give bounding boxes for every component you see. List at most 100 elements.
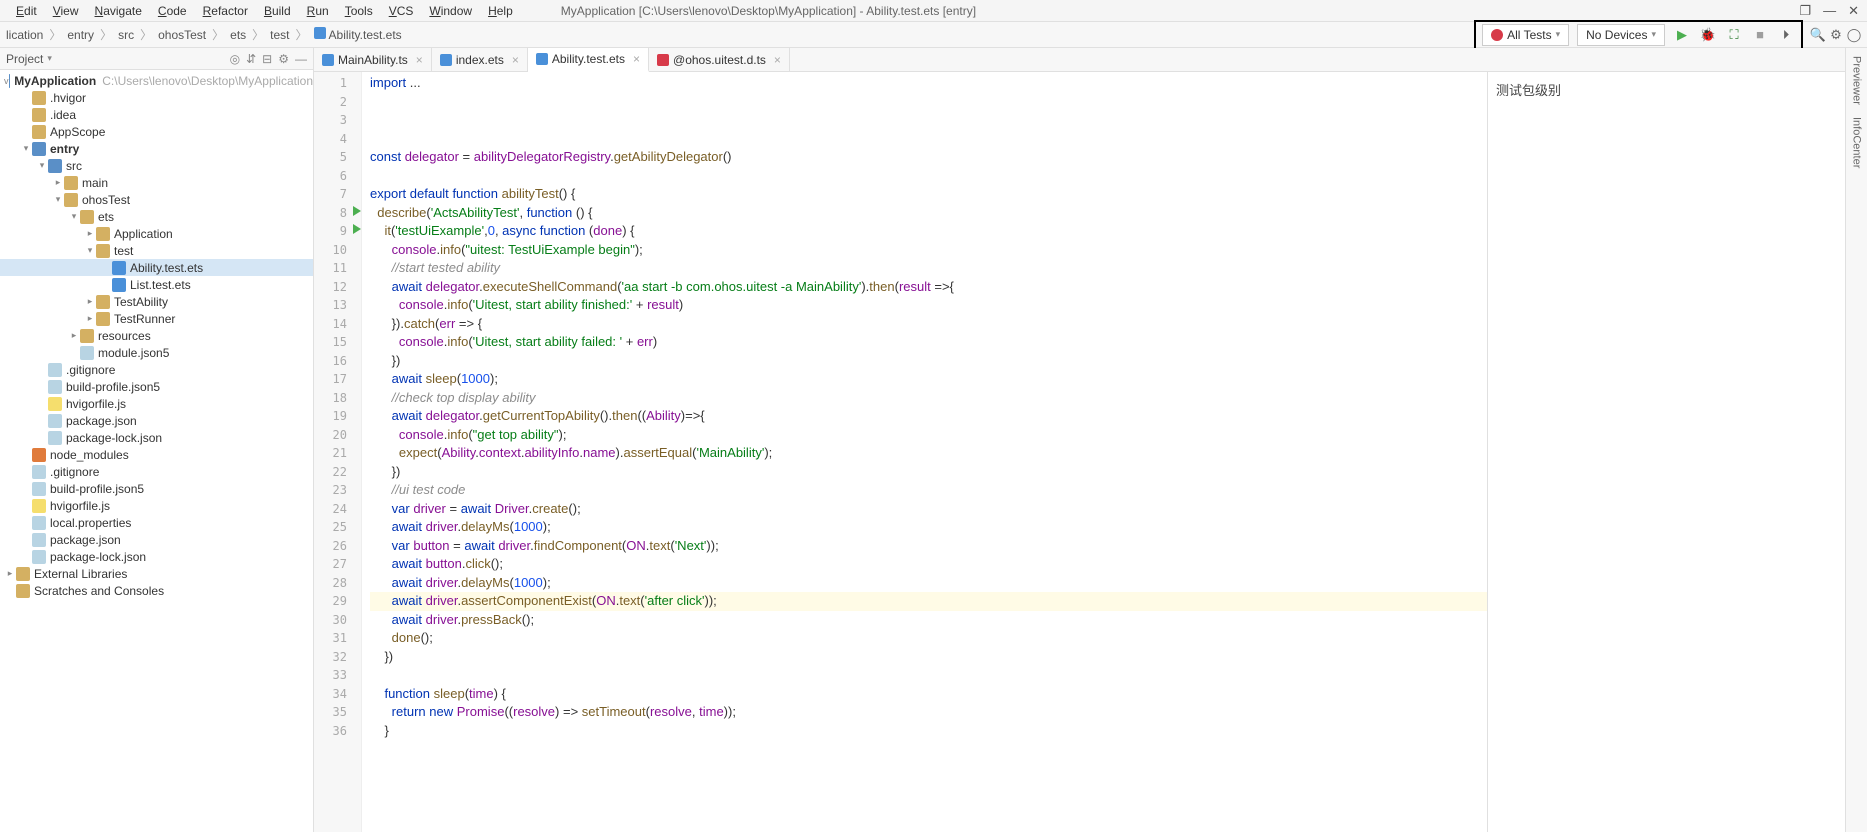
breadcrumb-item[interactable]: ets <box>228 28 248 42</box>
menu-navigate[interactable]: Navigate <box>87 2 150 20</box>
menu-view[interactable]: View <box>45 2 87 20</box>
file-icon <box>32 516 46 530</box>
code[interactable]: import ... const delegator = abilityDele… <box>362 72 1487 832</box>
tree-item[interactable]: ▸main <box>0 174 313 191</box>
menu-help[interactable]: Help <box>480 2 521 20</box>
menu-build[interactable]: Build <box>256 2 299 20</box>
tree-item[interactable]: package.json <box>0 531 313 548</box>
tree-item[interactable]: build-profile.json5 <box>0 378 313 395</box>
tree-item[interactable]: ▸TestRunner <box>0 310 313 327</box>
menu-code[interactable]: Code <box>150 2 195 20</box>
attach-icon[interactable]: ⏵ <box>1777 26 1795 44</box>
tree-item[interactable]: package-lock.json <box>0 429 313 446</box>
menu-vcs[interactable]: VCS <box>381 2 422 20</box>
tree-item[interactable]: AppScope <box>0 123 313 140</box>
tree-item[interactable]: hvigorfile.js <box>0 395 313 412</box>
breadcrumb-item[interactable]: lication <box>4 28 45 42</box>
tree-item[interactable]: ▸Application <box>0 225 313 242</box>
tree-item[interactable]: ▸External Libraries <box>0 565 313 582</box>
file-icon <box>536 53 548 65</box>
tree-item[interactable]: node_modules <box>0 446 313 463</box>
debug-icon[interactable]: 🐞 <box>1699 26 1717 44</box>
tree-item[interactable]: ▾ohosTest <box>0 191 313 208</box>
no-devices-dropdown[interactable]: No Devices ▾ <box>1577 24 1665 46</box>
folder-blue-icon <box>48 159 62 173</box>
tree-item[interactable]: package-lock.json <box>0 548 313 565</box>
locate-icon[interactable]: ◎ <box>230 52 240 66</box>
tab-Ability.test.ets[interactable]: Ability.test.ets× <box>528 48 649 72</box>
tree-item[interactable]: ▾src <box>0 157 313 174</box>
tree-item[interactable]: package.json <box>0 412 313 429</box>
breadcrumb-item[interactable]: test <box>268 28 291 42</box>
stop-icon[interactable]: ■ <box>1751 26 1769 44</box>
expand-icon[interactable]: ⇵ <box>246 52 256 66</box>
settings-icon[interactable]: ⚙ <box>1827 26 1845 44</box>
file-icon <box>657 54 669 66</box>
tree-item[interactable]: ▸TestAbility <box>0 293 313 310</box>
tree-item[interactable]: ▾ets <box>0 208 313 225</box>
tree-item[interactable]: .gitignore <box>0 463 313 480</box>
folder-orange-icon <box>32 448 46 462</box>
tree-item[interactable]: .hvigor <box>0 89 313 106</box>
tree-item[interactable]: hvigorfile.js <box>0 497 313 514</box>
file-test-icon <box>112 278 126 292</box>
file-js-icon <box>48 397 62 411</box>
tab-MainAbility.ts[interactable]: MainAbility.ts× <box>314 48 432 71</box>
file-icon <box>48 363 62 377</box>
menu-run[interactable]: Run <box>299 2 337 20</box>
tree-item[interactable]: local.properties <box>0 514 313 531</box>
restore-icon[interactable]: ❐ <box>1799 3 1811 19</box>
rail-previewer[interactable]: Previewer <box>1851 56 1863 105</box>
minimize-icon[interactable]: — <box>1823 3 1836 19</box>
folder-icon <box>16 584 30 598</box>
run-gutter-icon[interactable] <box>353 206 361 216</box>
project-icon <box>9 74 11 88</box>
folder-icon <box>96 312 110 326</box>
tree-item[interactable]: Ability.test.ets <box>0 259 313 276</box>
folder-icon <box>16 567 30 581</box>
tree-item[interactable]: module.json5 <box>0 344 313 361</box>
file-json-icon <box>32 550 46 564</box>
tree-item[interactable]: ▾entry <box>0 140 313 157</box>
tree-item[interactable]: build-profile.json5 <box>0 480 313 497</box>
tab-index.ets[interactable]: index.ets× <box>432 48 528 71</box>
menu-tools[interactable]: Tools <box>337 2 381 20</box>
tree-item[interactable]: .gitignore <box>0 361 313 378</box>
close-icon[interactable]: ✕ <box>1848 3 1859 19</box>
tree-item[interactable]: List.test.ets <box>0 276 313 293</box>
close-tab-icon[interactable]: × <box>416 53 423 67</box>
tree-item[interactable]: .idea <box>0 106 313 123</box>
tree-root[interactable]: v MyApplication C:\Users\lenovo\Desktop\… <box>0 72 313 89</box>
folder-icon <box>64 193 78 207</box>
all-tests-dropdown[interactable]: All Tests ▾ <box>1482 24 1569 46</box>
breadcrumb-item[interactable]: src <box>116 28 136 42</box>
tree-item[interactable]: Scratches and Consoles <box>0 582 313 599</box>
close-tab-icon[interactable]: × <box>774 53 781 67</box>
breadcrumb-item[interactable]: entry <box>65 28 96 42</box>
gear-icon[interactable]: ⚙ <box>278 52 289 66</box>
breadcrumb-item[interactable]: Ability.test.ets <box>312 27 404 42</box>
coverage-icon[interactable]: ⛶ <box>1725 26 1743 44</box>
profile-icon[interactable]: ◯ <box>1845 26 1863 44</box>
tree-item[interactable]: ▸resources <box>0 327 313 344</box>
file-icon <box>314 27 326 39</box>
close-tab-icon[interactable]: × <box>512 53 519 67</box>
collapse-icon[interactable]: ⊟ <box>262 52 272 66</box>
file-icon <box>32 465 46 479</box>
hide-icon[interactable]: — <box>295 52 307 66</box>
breadcrumb-item[interactable]: ohosTest <box>156 28 208 42</box>
project-tree: v MyApplication C:\Users\lenovo\Desktop\… <box>0 70 313 832</box>
run-icon[interactable]: ▶ <box>1673 26 1691 44</box>
run-gutter-icon[interactable] <box>353 224 361 234</box>
chevron-down-icon: ▾ <box>1651 29 1656 40</box>
menu-refactor[interactable]: Refactor <box>195 2 256 20</box>
close-tab-icon[interactable]: × <box>633 52 640 66</box>
tab-@ohos.uitest.d.ts[interactable]: @ohos.uitest.d.ts× <box>649 48 790 71</box>
menu-window[interactable]: Window <box>421 2 480 20</box>
file-json-icon <box>32 533 46 547</box>
rail-infocenter[interactable]: InfoCenter <box>1851 117 1863 168</box>
tree-item[interactable]: ▾test <box>0 242 313 259</box>
menu-edit[interactable]: Edit <box>8 2 45 20</box>
search-icon[interactable]: 🔍 <box>1809 26 1827 44</box>
project-header[interactable]: Project ▾ ◎ ⇵ ⊟ ⚙ — <box>0 48 313 70</box>
